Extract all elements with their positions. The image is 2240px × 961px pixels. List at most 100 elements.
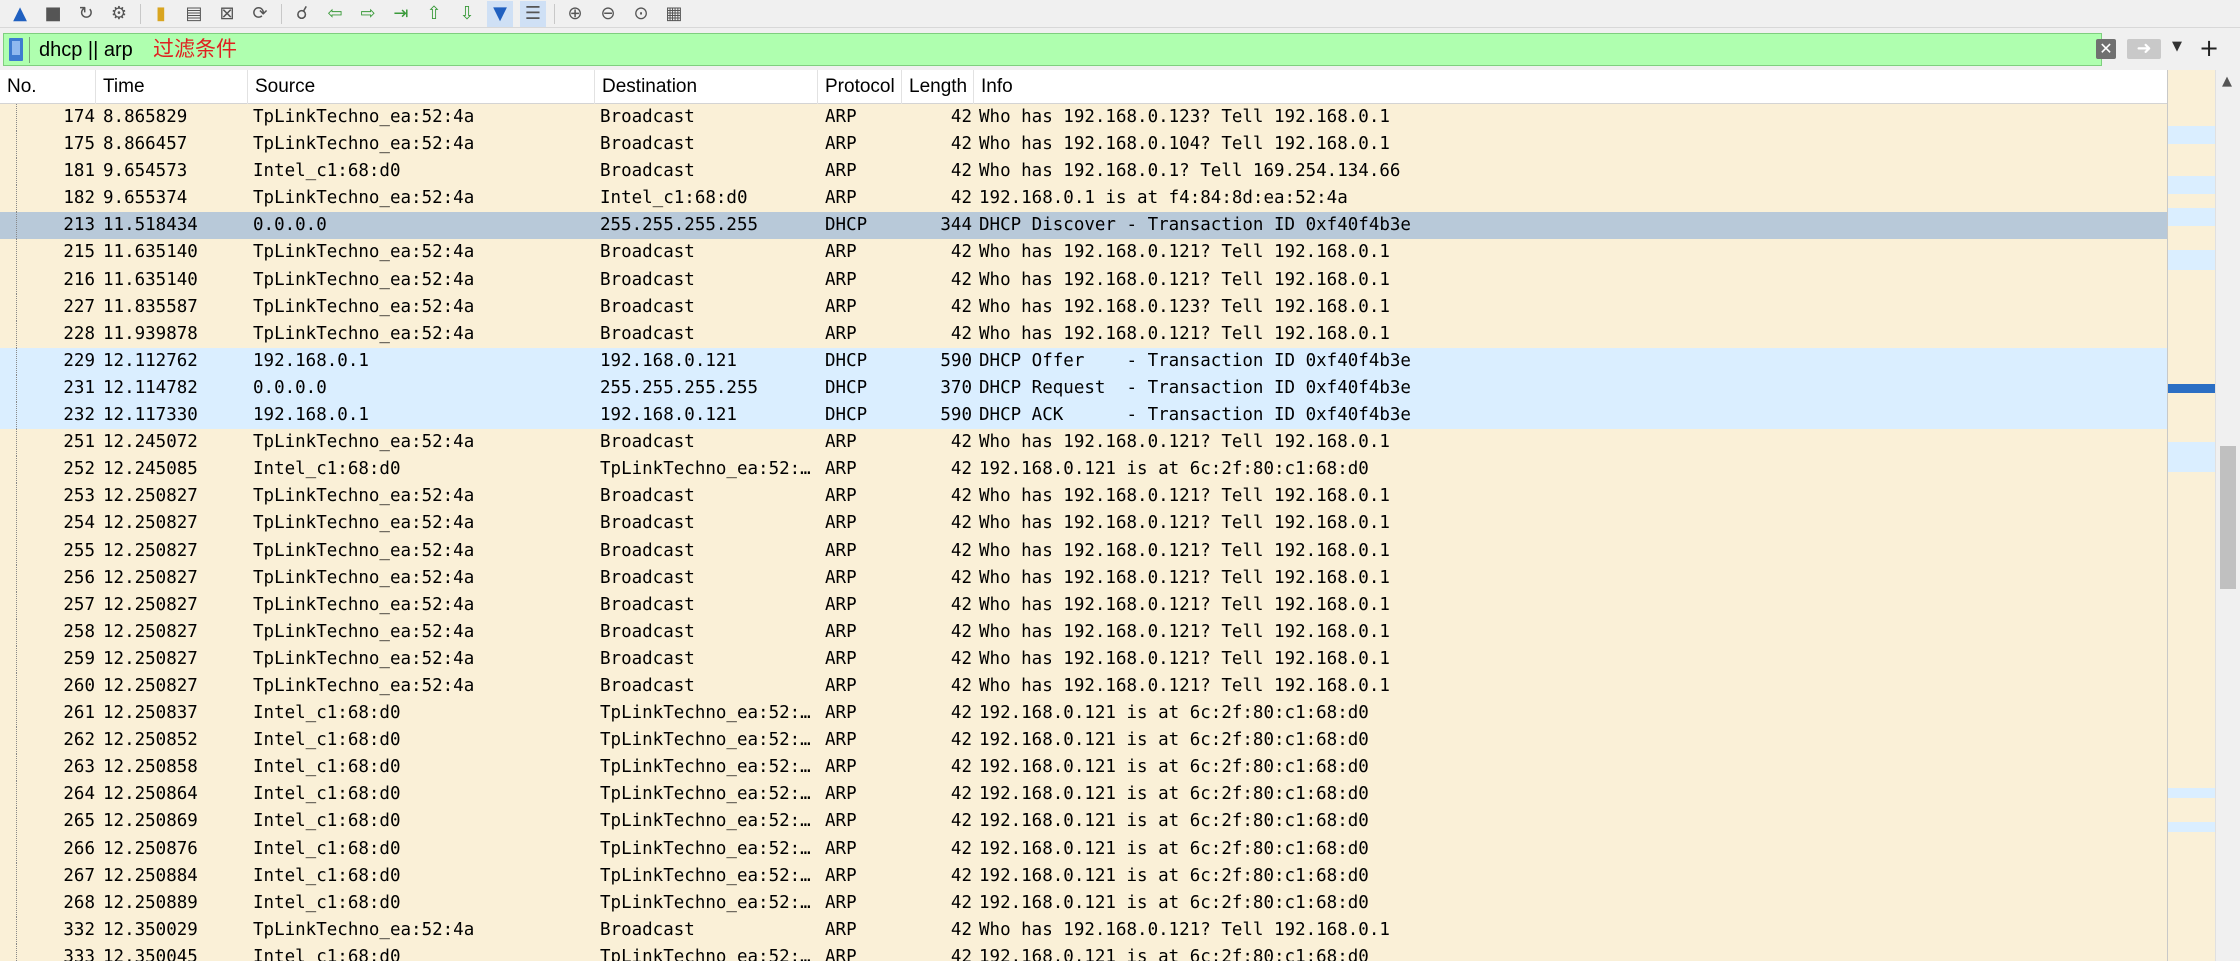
packet-minimap[interactable] bbox=[2167, 70, 2215, 961]
packet-cell-time: 9.655374 bbox=[103, 188, 188, 209]
packet-cell-info: 192.168.0.121 is at 6c:2f:80:c1:68:d0 bbox=[979, 757, 1369, 778]
packet-row[interactable]: 254 12.250827 TpLinkTechno_ea:52:4a Broadca… bbox=[0, 510, 2167, 538]
open-folder-icon[interactable]: ▮ bbox=[148, 1, 174, 27]
packet-row[interactable]: 264 12.250864 Intel_c1:68:d0 TpLinkTechno_e… bbox=[0, 781, 2167, 809]
packet-row[interactable]: 257 12.250827 TpLinkTechno_ea:52:4a Broadca… bbox=[0, 591, 2167, 619]
packet-row[interactable]: 253 12.250827 TpLinkTechno_ea:52:4a Broadca… bbox=[0, 483, 2167, 511]
packet-row[interactable]: 251 12.245072 TpLinkTechno_ea:52:4a Broadca… bbox=[0, 429, 2167, 457]
packet-row[interactable]: 333 12.350045 Intel_c1:68:d0 TpLinkTechno_e… bbox=[0, 943, 2167, 961]
shark-fin-icon[interactable]: ▲ bbox=[7, 1, 33, 27]
packet-cell-info: DHCP ACK - Transaction ID 0xf40f4b3e bbox=[979, 405, 1411, 426]
packet-cell-src: Intel_c1:68:d0 bbox=[253, 865, 401, 886]
column-header-source[interactable]: Source bbox=[248, 70, 595, 104]
packet-row[interactable]: 259 12.250827 TpLinkTechno_ea:52:4a Broadca… bbox=[0, 645, 2167, 673]
column-header-length[interactable]: Length bbox=[902, 70, 974, 104]
packet-cell-info: Who has 192.168.0.121? Tell 192.168.0.1 bbox=[979, 675, 1390, 696]
packet-row[interactable]: 229 12.112762 192.168.0.1 192.168.0.121 DHCP… bbox=[0, 347, 2167, 375]
go-back-icon[interactable]: ⇦ bbox=[322, 1, 348, 27]
scrollbar-thumb[interactable] bbox=[2220, 446, 2236, 589]
packet-row[interactable]: 268 12.250889 Intel_c1:68:d0 TpLinkTechno_e… bbox=[0, 889, 2167, 917]
scroll-up-icon[interactable]: ▲ bbox=[2222, 74, 2232, 89]
packet-cell-no: 263 bbox=[63, 757, 95, 778]
packet-row[interactable]: 256 12.250827 TpLinkTechno_ea:52:4a Broadca… bbox=[0, 564, 2167, 592]
clear-filter-icon[interactable]: ✕ bbox=[2096, 39, 2116, 59]
packet-row[interactable]: 215 11.635140 TpLinkTechno_ea:52:4a Broadca… bbox=[0, 239, 2167, 267]
toolbar-separator bbox=[281, 3, 282, 24]
autoscroll-icon[interactable]: ▼ bbox=[487, 0, 513, 27]
packet-cell-dst: Intel_c1:68:d0 bbox=[600, 188, 748, 209]
packet-row[interactable]: 174 8.865829 TpLinkTechno_ea:52:4a Broadcas… bbox=[0, 104, 2167, 132]
packet-cell-info: Who has 192.168.0.104? Tell 192.168.0.1 bbox=[979, 134, 1390, 155]
packet-row[interactable]: 175 8.866457 TpLinkTechno_ea:52:4a Broadcas… bbox=[0, 131, 2167, 159]
packet-row[interactable]: 267 12.250884 Intel_c1:68:d0 TpLinkTechno_e… bbox=[0, 862, 2167, 890]
minimap-dhcp-marker bbox=[2168, 126, 2215, 144]
packet-cell-time: 12.250869 bbox=[103, 811, 198, 832]
packet-row[interactable]: 228 11.939878 TpLinkTechno_ea:52:4a Broadca… bbox=[0, 320, 2167, 348]
packet-cell-no: 257 bbox=[63, 594, 95, 615]
packet-cell-time: 11.939878 bbox=[103, 323, 198, 344]
packet-row[interactable]: 252 12.245085 Intel_c1:68:d0 TpLinkTechno_e… bbox=[0, 456, 2167, 484]
close-file-icon[interactable]: ⊠ bbox=[214, 1, 240, 27]
packet-cell-len: 42 bbox=[950, 730, 972, 751]
first-packet-icon[interactable]: ⇧ bbox=[421, 1, 447, 27]
column-header-destination[interactable]: Destination bbox=[595, 70, 818, 104]
packet-cell-src: Intel_c1:68:d0 bbox=[253, 784, 401, 805]
packet-row[interactable]: 255 12.250827 TpLinkTechno_ea:52:4a Broadca… bbox=[0, 537, 2167, 565]
reload-icon[interactable]: ⟳ bbox=[247, 1, 273, 27]
packet-cell-src: TpLinkTechno_ea:52:4a bbox=[253, 486, 475, 507]
vertical-scrollbar[interactable]: ▲ bbox=[2215, 70, 2240, 961]
packet-cell-info: DHCP Discover - Transaction ID 0xf40f4b3… bbox=[979, 215, 1411, 236]
packet-row[interactable]: 216 11.635140 TpLinkTechno_ea:52:4a Broadca… bbox=[0, 266, 2167, 294]
main-toolbar: ▲ ■ ↻ ⚙ ▮ ▤ ⊠ ⟳ ☌ ⇦ ⇨ ⇥ ⇧ ⇩ ▼ ☰ ⊕ ⊖ ⊙ ▦ bbox=[0, 0, 2240, 28]
minimap-dhcp-marker bbox=[2168, 442, 2215, 472]
display-filter-input[interactable]: dhcp || arp 过滤条件 bbox=[3, 33, 2102, 66]
zoom-in-icon[interactable]: ⊕ bbox=[562, 1, 588, 27]
packet-row[interactable]: 265 12.250869 Intel_c1:68:d0 TpLinkTechno_e… bbox=[0, 808, 2167, 836]
packet-cell-dst: Broadcast bbox=[600, 432, 695, 453]
last-packet-icon[interactable]: ⇩ bbox=[454, 1, 480, 27]
restart-icon[interactable]: ↻ bbox=[73, 1, 99, 27]
packet-row[interactable]: 262 12.250852 Intel_c1:68:d0 TpLinkTechno_e… bbox=[0, 727, 2167, 755]
column-header-info[interactable]: Info bbox=[974, 70, 2167, 104]
filter-text[interactable]: dhcp || arp bbox=[39, 38, 133, 62]
find-icon[interactable]: ☌ bbox=[289, 1, 315, 27]
packet-row[interactable]: 231 12.114782 0.0.0.0 255.255.255.255 DHCP 37… bbox=[0, 374, 2167, 403]
filter-history-dropdown-icon[interactable]: ▼ bbox=[2172, 39, 2182, 54]
packet-row[interactable]: 261 12.250837 Intel_c1:68:d0 TpLinkTechno_e… bbox=[0, 700, 2167, 728]
packet-cell-no: 259 bbox=[63, 648, 95, 669]
packet-row[interactable]: 232 12.117330 192.168.0.1 192.168.0.121 DHCP… bbox=[0, 402, 2167, 430]
options-gear-icon[interactable]: ⚙ bbox=[106, 1, 132, 27]
packet-row[interactable]: 266 12.250876 Intel_c1:68:d0 TpLinkTechno_e… bbox=[0, 835, 2167, 863]
resize-columns-icon[interactable]: ▦ bbox=[661, 1, 687, 27]
zoom-out-icon[interactable]: ⊖ bbox=[595, 1, 621, 27]
packet-row[interactable]: 258 12.250827 TpLinkTechno_ea:52:4a Broadca… bbox=[0, 618, 2167, 646]
colorize-icon[interactable]: ☰ bbox=[520, 0, 546, 27]
minimap-selected-marker bbox=[2168, 384, 2215, 393]
packet-row[interactable]: 213 11.518434 0.0.0.0 255.255.255.255 DHCP 34… bbox=[0, 212, 2167, 240]
packet-cell-info: 192.168.0.121 is at 6c:2f:80:c1:68:d0 bbox=[979, 946, 1369, 961]
packet-row[interactable]: 182 9.655374 TpLinkTechno_ea:52:4a Intel_c1… bbox=[0, 185, 2167, 213]
go-to-packet-icon[interactable]: ⇥ bbox=[388, 1, 414, 27]
column-header-time[interactable]: Time bbox=[96, 70, 248, 104]
packet-row[interactable]: 263 12.250858 Intel_c1:68:d0 TpLinkTechno_e… bbox=[0, 754, 2167, 782]
packet-row[interactable]: 332 12.350029 TpLinkTechno_ea:52:4a Broadca… bbox=[0, 916, 2167, 944]
add-filter-button-icon[interactable]: + bbox=[2199, 34, 2219, 62]
packet-cell-no: 255 bbox=[63, 540, 95, 561]
column-header-protocol[interactable]: Protocol bbox=[818, 70, 902, 104]
normal-size-icon[interactable]: ⊙ bbox=[628, 1, 654, 27]
packet-cell-info: 192.168.0.121 is at 6c:2f:80:c1:68:d0 bbox=[979, 892, 1369, 913]
packet-cell-time: 12.250827 bbox=[103, 621, 198, 642]
save-file-icon[interactable]: ▤ bbox=[181, 1, 207, 27]
packet-cell-len: 42 bbox=[950, 784, 972, 805]
packet-cell-time: 9.654573 bbox=[103, 161, 188, 182]
column-header-no[interactable]: No. bbox=[0, 70, 96, 104]
apply-filter-icon[interactable]: ➜ bbox=[2127, 39, 2161, 59]
packet-row[interactable]: 181 9.654573 Intel_c1:68:d0 Broadcast ARP 42 W… bbox=[0, 158, 2167, 186]
packet-row[interactable]: 227 11.835587 TpLinkTechno_ea:52:4a Broadca… bbox=[0, 293, 2167, 321]
stop-icon[interactable]: ■ bbox=[40, 1, 66, 27]
go-forward-icon[interactable]: ⇨ bbox=[355, 1, 381, 27]
bookmark-icon[interactable] bbox=[9, 38, 23, 61]
packet-cell-dst: 192.168.0.121 bbox=[600, 350, 737, 371]
packet-cell-no: 231 bbox=[63, 377, 95, 398]
packet-row[interactable]: 260 12.250827 TpLinkTechno_ea:52:4a Broadca… bbox=[0, 672, 2167, 701]
